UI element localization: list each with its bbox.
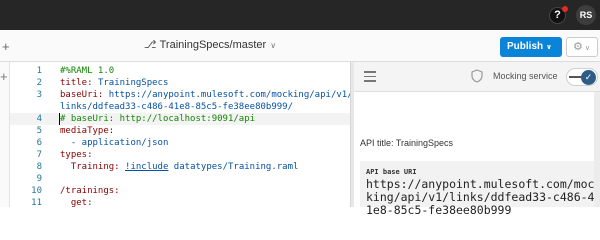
code-token: mediaType: <box>60 126 115 136</box>
code-token: baseUri: <box>60 90 109 100</box>
editor-toolbar: + ⎇ TrainingSpecs/master ∨ Publish ∨ ⚙ ∨ <box>0 30 600 62</box>
api-base-uri-label: API base URI <box>366 168 417 176</box>
top-nav-bar: ? RS <box>0 0 600 30</box>
code-token: links/ddfead33-c486-41e8-85c5-fe38ee80b9… <box>60 102 293 112</box>
code-line[interactable]: 3 baseUri: https://anypoint.mulesoft.com/… <box>10 89 350 101</box>
user-avatar[interactable]: RS <box>576 5 596 25</box>
line-number: 3 <box>36 90 42 100</box>
code-text: # baseUri: http://localhost:9091/api <box>60 113 255 125</box>
publish-button[interactable]: Publish ∨ <box>500 37 562 57</box>
code-line[interactable]: 11 get: <box>10 197 350 207</box>
line-number: 4 <box>36 114 42 124</box>
code-line[interactable]: 1 #%RAML 1.0 <box>10 65 350 77</box>
panel-scrollbar[interactable] <box>594 92 600 207</box>
code-token: datatypes/Training.raml <box>168 162 299 172</box>
line-number: 10 <box>31 186 42 196</box>
expand-files-icon[interactable]: + <box>0 70 8 83</box>
branch-label: TrainingSpecs/master <box>159 39 267 51</box>
code-line[interactable]: 7 types: <box>10 149 350 161</box>
code-text: types: <box>60 149 93 161</box>
git-branch-icon: ⎇ <box>143 39 157 51</box>
code-text: /trainings: <box>60 185 120 197</box>
gear-icon: ⚙ <box>573 41 583 53</box>
code-line[interactable]: 4 # baseUri: http://localhost:9091/api <box>10 113 350 125</box>
code-text: - application/json <box>60 137 169 149</box>
line-number: 2 <box>36 78 42 88</box>
code-line[interactable]: 6 - application/json <box>10 137 350 149</box>
api-base-uri-value: https://anypoint.mulesoft.com/mocking/ap… <box>366 177 595 217</box>
code-line[interactable]: 2 title: TrainingSpecs <box>10 77 350 89</box>
line-number: 11 <box>31 198 42 207</box>
line-number: 1 <box>36 66 42 76</box>
code-editor[interactable]: 1 #%RAML 1.0 2 title: TrainingSpecs 3 baseUri… <box>10 62 350 207</box>
code-token: /trainings: <box>60 186 120 196</box>
mocking-service-toggle[interactable]: ✓ <box>566 68 598 86</box>
hamburger-menu-icon[interactable] <box>364 71 376 85</box>
api-title-text: API title: TrainingSpecs <box>360 138 454 148</box>
line-number: 8 <box>36 162 42 172</box>
settings-button[interactable]: ⚙ ∨ <box>566 37 598 57</box>
line-number: 9 <box>36 174 42 184</box>
checkmark-icon: ✓ <box>581 70 596 85</box>
code-text: links/ddfead33-c486-41e8-85c5-fe38ee80b9… <box>60 101 293 113</box>
shield-icon <box>471 69 483 83</box>
code-line[interactable]: 10/trainings: <box>10 185 350 197</box>
code-token: # baseUri: http://localhost:9091/api <box>60 114 256 124</box>
line-number: 7 <box>36 150 42 160</box>
mocking-service-label: Mocking service <box>493 71 558 81</box>
code-token: !include <box>125 162 169 172</box>
code-line[interactable]: 9 <box>10 173 350 185</box>
code-token: types: <box>60 150 93 160</box>
code-line[interactable]: 8 Training: !include datatypes/Training.… <box>10 161 350 173</box>
code-token: Training: <box>60 162 126 172</box>
code-token: get: <box>60 198 93 207</box>
code-text: mediaType: <box>60 125 114 137</box>
line-number: 6 <box>36 138 42 148</box>
code-line[interactable]: 5 mediaType: <box>10 125 350 137</box>
code-token: - application/json <box>60 138 169 148</box>
code-text: baseUri: https://anypoint.mulesoft.com/m… <box>60 89 350 101</box>
code-token: TrainingSpecs <box>97 78 169 88</box>
code-text: title: TrainingSpecs <box>60 77 168 89</box>
code-token: #%RAML 1.0 <box>60 66 115 76</box>
code-text: Training: !include datatypes/Training.ra… <box>60 161 299 173</box>
api-base-uri-box: API base URI https://anypoint.mulesoft.c… <box>360 161 598 217</box>
line-number: 5 <box>36 126 42 136</box>
code-token: title: <box>60 78 98 88</box>
chevron-down-icon: ∨ <box>270 41 277 50</box>
branch-selector[interactable]: ⎇ TrainingSpecs/master ∨ <box>0 38 420 51</box>
chevron-down-icon: ∨ <box>584 45 590 52</box>
file-tree-collapsed[interactable]: + <box>0 62 10 207</box>
notification-dot-icon <box>562 6 568 12</box>
code-line[interactable]: links/ddfead33-c486-41e8-85c5-fe38ee80b9… <box>10 101 350 113</box>
documentation-header: Mocking service ✓ <box>354 62 600 92</box>
code-token: https://anypoint.mulesoft.com/mocking/ap… <box>108 90 350 100</box>
documentation-panel: Mocking service ✓ API title: TrainingSpe… <box>354 62 600 217</box>
publish-label: Publish <box>507 41 544 52</box>
text-cursor <box>59 113 60 125</box>
code-text: get: <box>60 197 93 207</box>
code-text: #%RAML 1.0 <box>60 65 114 77</box>
chevron-down-icon: ∨ <box>546 44 552 51</box>
